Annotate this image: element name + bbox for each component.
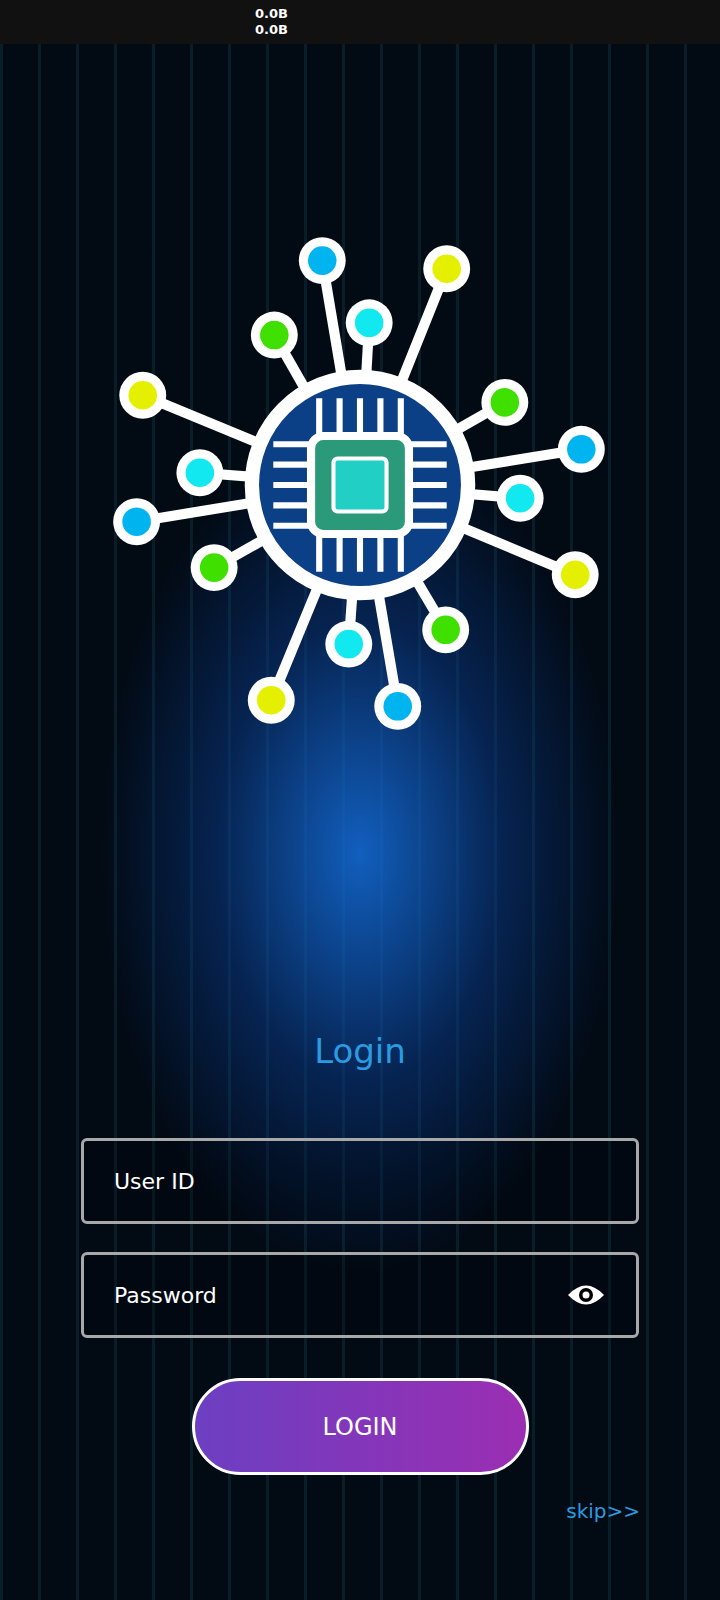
text-field[interactable] [81,1138,639,1224]
login-screen: 0.0B 0.0B Login LOGIN skip>> [0,0,720,1600]
chip-logo-icon [105,230,615,740]
password-field[interactable] [81,1252,639,1338]
upload-speed: 0.0B [255,6,288,22]
login-button[interactable]: LOGIN [192,1378,529,1475]
download-speed: 0.0B [255,22,288,38]
login-title: Login [314,1030,406,1072]
login-form [81,1138,639,1338]
status-bar: 0.0B 0.0B [0,0,720,44]
skip-link[interactable]: skip>> [566,1499,640,1523]
text-input[interactable] [114,1169,606,1194]
eye-icon[interactable] [566,1282,606,1308]
password-input[interactable] [114,1283,554,1308]
login-background: Login LOGIN skip>> [0,44,720,1600]
skip-row: skip>> [0,1499,720,1523]
network-speed: 0.0B 0.0B [255,6,288,38]
